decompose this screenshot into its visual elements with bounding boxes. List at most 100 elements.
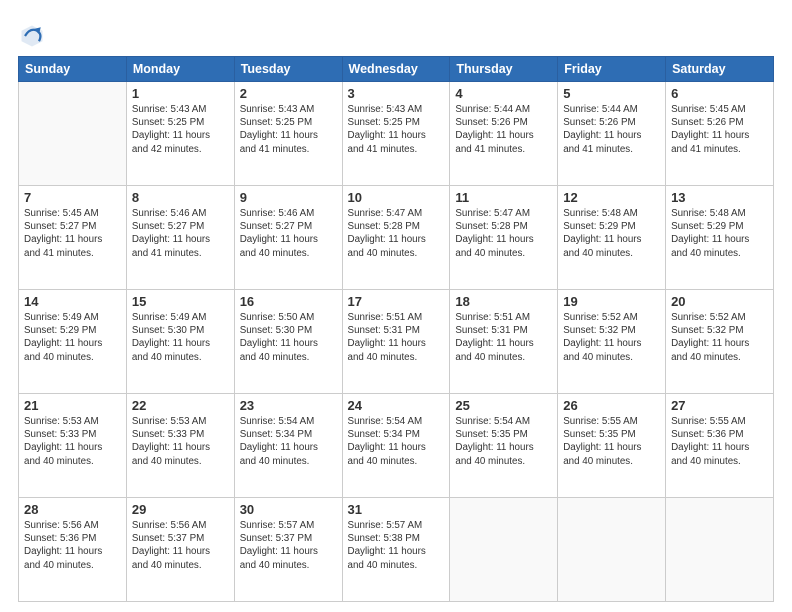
calendar-cell: 28 Sunrise: 5:56 AM Sunset: 5:36 PM Dayli… [19, 498, 127, 602]
logo-icon [18, 22, 46, 50]
day-info: Sunrise: 5:55 AM Sunset: 5:35 PM Dayligh… [563, 415, 660, 468]
day-number: 20 [671, 294, 768, 309]
day-info: Sunrise: 5:57 AM Sunset: 5:38 PM Dayligh… [348, 519, 445, 572]
day-info: Sunrise: 5:53 AM Sunset: 5:33 PM Dayligh… [132, 415, 229, 468]
calendar-week-row: 21 Sunrise: 5:53 AM Sunset: 5:33 PM Dayli… [19, 394, 774, 498]
calendar-cell: 20 Sunrise: 5:52 AM Sunset: 5:32 PM Dayli… [666, 290, 774, 394]
calendar-table: SundayMondayTuesdayWednesdayThursdayFrid… [18, 56, 774, 602]
calendar-cell: 6 Sunrise: 5:45 AM Sunset: 5:26 PM Daylig… [666, 82, 774, 186]
day-info: Sunrise: 5:47 AM Sunset: 5:28 PM Dayligh… [348, 207, 445, 260]
day-number: 17 [348, 294, 445, 309]
day-number: 26 [563, 398, 660, 413]
calendar-cell: 10 Sunrise: 5:47 AM Sunset: 5:28 PM Dayli… [342, 186, 450, 290]
day-number: 28 [24, 502, 121, 517]
day-number: 21 [24, 398, 121, 413]
day-number: 13 [671, 190, 768, 205]
day-info: Sunrise: 5:44 AM Sunset: 5:26 PM Dayligh… [455, 103, 552, 156]
weekday-header-thursday: Thursday [450, 57, 558, 82]
calendar-cell: 22Sunrise: 5:53 AM Sunset: 5:33 PM Dayli… [126, 394, 234, 498]
day-number: 18 [455, 294, 552, 309]
calendar-cell: 25 Sunrise: 5:54 AM Sunset: 5:35 PM Dayli… [450, 394, 558, 498]
day-number: 4 [455, 86, 552, 101]
calendar-cell [450, 498, 558, 602]
logo [18, 22, 50, 50]
header [18, 18, 774, 50]
day-info: Sunrise: 5:44 AM Sunset: 5:26 PM Dayligh… [563, 103, 660, 156]
calendar-week-row: 28 Sunrise: 5:56 AM Sunset: 5:36 PM Dayli… [19, 498, 774, 602]
calendar-cell: 17 Sunrise: 5:51 AM Sunset: 5:31 PM Dayli… [342, 290, 450, 394]
calendar-cell: 16 Sunrise: 5:50 AM Sunset: 5:30 PM Dayli… [234, 290, 342, 394]
calendar-cell: 8 Sunrise: 5:46 AM Sunset: 5:27 PM Daylig… [126, 186, 234, 290]
weekday-header-saturday: Saturday [666, 57, 774, 82]
calendar-cell: 14 Sunrise: 5:49 AM Sunset: 5:29 PM Dayli… [19, 290, 127, 394]
weekday-header-sunday: Sunday [19, 57, 127, 82]
page: SundayMondayTuesdayWednesdayThursdayFrid… [0, 0, 792, 612]
day-info: Sunrise: 5:52 AM Sunset: 5:32 PM Dayligh… [671, 311, 768, 364]
day-info: Sunrise: 5:48 AM Sunset: 5:29 PM Dayligh… [671, 207, 768, 260]
calendar-cell: 26 Sunrise: 5:55 AM Sunset: 5:35 PM Dayli… [558, 394, 666, 498]
day-info: Sunrise: 5:46 AM Sunset: 5:27 PM Dayligh… [132, 207, 229, 260]
day-info: Sunrise: 5:43 AM Sunset: 5:25 PM Dayligh… [348, 103, 445, 156]
weekday-header-tuesday: Tuesday [234, 57, 342, 82]
day-number: 14 [24, 294, 121, 309]
calendar-week-row: 1Sunrise: 5:43 AM Sunset: 5:25 PM Daylig… [19, 82, 774, 186]
day-number: 12 [563, 190, 660, 205]
day-number: 7 [24, 190, 121, 205]
day-info: Sunrise: 5:51 AM Sunset: 5:31 PM Dayligh… [455, 311, 552, 364]
day-info: Sunrise: 5:57 AM Sunset: 5:37 PM Dayligh… [240, 519, 337, 572]
day-number: 6 [671, 86, 768, 101]
calendar-cell: 18 Sunrise: 5:51 AM Sunset: 5:31 PM Dayli… [450, 290, 558, 394]
day-info: Sunrise: 5:55 AM Sunset: 5:36 PM Dayligh… [671, 415, 768, 468]
day-info: Sunrise: 5:43 AM Sunset: 5:25 PM Dayligh… [240, 103, 337, 156]
calendar-cell: 2 Sunrise: 5:43 AM Sunset: 5:25 PM Daylig… [234, 82, 342, 186]
day-info: Sunrise: 5:49 AM Sunset: 5:29 PM Dayligh… [24, 311, 121, 364]
calendar-week-row: 14 Sunrise: 5:49 AM Sunset: 5:29 PM Dayli… [19, 290, 774, 394]
calendar-cell: 11 Sunrise: 5:47 AM Sunset: 5:28 PM Dayli… [450, 186, 558, 290]
day-number: 27 [671, 398, 768, 413]
weekday-header-row: SundayMondayTuesdayWednesdayThursdayFrid… [19, 57, 774, 82]
day-number: 29 [132, 502, 229, 517]
calendar-cell: 3 Sunrise: 5:43 AM Sunset: 5:25 PM Daylig… [342, 82, 450, 186]
calendar-cell [666, 498, 774, 602]
day-info: Sunrise: 5:45 AM Sunset: 5:27 PM Dayligh… [24, 207, 121, 260]
day-info: Sunrise: 5:52 AM Sunset: 5:32 PM Dayligh… [563, 311, 660, 364]
day-number: 25 [455, 398, 552, 413]
calendar-cell: 5 Sunrise: 5:44 AM Sunset: 5:26 PM Daylig… [558, 82, 666, 186]
day-info: Sunrise: 5:54 AM Sunset: 5:34 PM Dayligh… [348, 415, 445, 468]
day-number: 24 [348, 398, 445, 413]
day-number: 8 [132, 190, 229, 205]
day-number: 9 [240, 190, 337, 205]
calendar-cell [558, 498, 666, 602]
weekday-header-friday: Friday [558, 57, 666, 82]
day-number: 10 [348, 190, 445, 205]
day-info: Sunrise: 5:54 AM Sunset: 5:35 PM Dayligh… [455, 415, 552, 468]
day-info: Sunrise: 5:47 AM Sunset: 5:28 PM Dayligh… [455, 207, 552, 260]
day-number: 3 [348, 86, 445, 101]
day-info: Sunrise: 5:51 AM Sunset: 5:31 PM Dayligh… [348, 311, 445, 364]
day-info: Sunrise: 5:49 AM Sunset: 5:30 PM Dayligh… [132, 311, 229, 364]
day-number: 16 [240, 294, 337, 309]
day-info: Sunrise: 5:50 AM Sunset: 5:30 PM Dayligh… [240, 311, 337, 364]
day-info: Sunrise: 5:53 AM Sunset: 5:33 PM Dayligh… [24, 415, 121, 468]
weekday-header-wednesday: Wednesday [342, 57, 450, 82]
day-info: Sunrise: 5:56 AM Sunset: 5:37 PM Dayligh… [132, 519, 229, 572]
day-number: 15 [132, 294, 229, 309]
calendar-cell: 9 Sunrise: 5:46 AM Sunset: 5:27 PM Daylig… [234, 186, 342, 290]
day-number: 5 [563, 86, 660, 101]
day-number: 11 [455, 190, 552, 205]
day-number: 2 [240, 86, 337, 101]
day-info: Sunrise: 5:56 AM Sunset: 5:36 PM Dayligh… [24, 519, 121, 572]
calendar-cell: 4 Sunrise: 5:44 AM Sunset: 5:26 PM Daylig… [450, 82, 558, 186]
day-info: Sunrise: 5:45 AM Sunset: 5:26 PM Dayligh… [671, 103, 768, 156]
calendar-cell: 21 Sunrise: 5:53 AM Sunset: 5:33 PM Dayli… [19, 394, 127, 498]
day-number: 23 [240, 398, 337, 413]
calendar-week-row: 7 Sunrise: 5:45 AM Sunset: 5:27 PM Daylig… [19, 186, 774, 290]
calendar-cell: 24 Sunrise: 5:54 AM Sunset: 5:34 PM Dayli… [342, 394, 450, 498]
calendar-cell: 13 Sunrise: 5:48 AM Sunset: 5:29 PM Dayli… [666, 186, 774, 290]
calendar-cell [19, 82, 127, 186]
calendar-cell: 23Sunrise: 5:54 AM Sunset: 5:34 PM Dayli… [234, 394, 342, 498]
day-info: Sunrise: 5:46 AM Sunset: 5:27 PM Dayligh… [240, 207, 337, 260]
day-number: 19 [563, 294, 660, 309]
day-info: Sunrise: 5:48 AM Sunset: 5:29 PM Dayligh… [563, 207, 660, 260]
calendar-cell: 12 Sunrise: 5:48 AM Sunset: 5:29 PM Dayli… [558, 186, 666, 290]
